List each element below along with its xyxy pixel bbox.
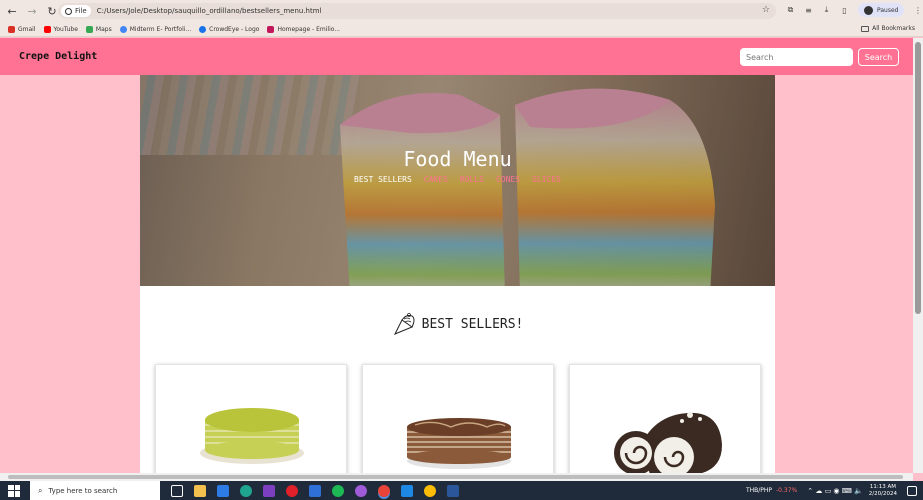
hero-title: Food Menu [403,147,512,171]
windows-taskbar: ⌕ Type here to search THB/PHP -0.37% ⌃ ☁… [0,481,923,500]
site-header: Crepe Delight Search [0,38,913,75]
taskbar-search[interactable]: ⌕ Type here to search [30,481,160,500]
bookmark-homepage[interactable]: Homepage - Emilio... [267,25,340,33]
gmail-icon [8,25,15,33]
bookmark-crowdeye[interactable]: CrowdEye - Logo [199,25,259,33]
mail-icon[interactable] [309,484,321,497]
windows-start-icon[interactable] [8,484,20,497]
section-title: BEST SELLERS! [421,316,524,332]
messenger-icon[interactable] [355,484,367,497]
nav-best-sellers[interactable]: BEST SELLERS [354,175,412,184]
edge-icon[interactable] [240,484,252,497]
folder-icon [861,25,870,32]
bookmark-maps[interactable]: Maps [85,25,112,33]
currency-label[interactable]: THB/PHP [746,487,772,494]
browser-toolbar: ← → ↻ File C:/Users/Jole/Desktop/sauquil… [0,0,923,22]
system-tray: THB/PHP -0.37% ⌃ ☁ ▭ ◉ ⌨ 🔈 11:13 AM 2/20… [746,481,923,500]
product-card-rolls[interactable] [569,364,761,473]
bookmark-youtube[interactable]: YouTube [43,25,78,33]
nav-cakes[interactable]: CAKES [424,175,448,184]
brand-logo[interactable]: Crepe Delight [19,51,97,62]
section-header: BEST SELLERS! [140,311,775,337]
vscode-icon[interactable] [401,484,413,497]
file-explorer-icon[interactable] [194,484,206,497]
opera-icon[interactable] [286,484,298,497]
site-info-chip[interactable]: File [61,5,91,17]
scroll-thumb[interactable] [915,42,921,314]
word-icon[interactable] [447,484,459,497]
chocolate-crepe-cake-image [407,418,511,469]
bookmarks-bar: Gmail YouTube Maps Midterm E- Portfoli..… [0,22,923,37]
nav-rolls[interactable]: ROLLS [460,175,484,184]
main-content: Food Menu BEST SELLERS CAKES ROLLS CONES… [140,75,775,473]
store-icon[interactable] [217,484,229,497]
forward-icon[interactable]: → [24,3,40,19]
site-icon [119,25,127,33]
notification-icon[interactable] [907,485,917,496]
back-icon[interactable]: ← [4,3,20,19]
task-view-icon[interactable] [171,484,183,497]
nav-slices[interactable]: SLICES [532,175,561,184]
bookmark-gmail[interactable]: Gmail [8,25,36,33]
currency-change: -0.37% [776,487,798,494]
tray-icons[interactable]: ⌃ ☁ ▭ ◉ ⌨ 🔈 [807,487,863,495]
category-nav: BEST SELLERS CAKES ROLLS CONES SLICES [140,175,775,184]
search-button[interactable]: Search [858,48,899,66]
chrome-alt-icon[interactable] [424,484,436,497]
matcha-crepe-cake-image [200,408,304,464]
address-bar[interactable]: File C:/Users/Jole/Desktop/sauquillo_ord… [58,3,776,19]
all-bookmarks-button[interactable]: All Bookmarks [861,25,915,32]
bookmark-star-icon[interactable]: ☆ [762,5,770,15]
site-icon [199,25,207,33]
scroll-thumb[interactable] [8,475,903,479]
profile-button[interactable]: Paused [858,3,905,17]
spotify-icon[interactable] [332,484,344,497]
avatar [864,5,873,15]
maps-icon [85,25,93,33]
menu-icon[interactable]: ⋮ [913,6,922,15]
download-icon[interactable]: ⤓ [822,5,831,15]
product-card-matcha[interactable] [155,364,347,473]
search-input[interactable] [740,48,853,66]
info-icon [65,7,72,15]
chrome-icon[interactable] [378,484,390,497]
nav-cones[interactable]: CONES [496,175,520,184]
cookies-cream-rolls-image [614,412,722,473]
search-icon: ⌕ [38,485,43,495]
site-icon [267,25,275,33]
visual-studio-icon[interactable] [263,484,275,497]
youtube-icon [43,25,51,33]
bookmark-midterm[interactable]: Midterm E- Portfoli... [119,25,191,33]
product-card-chocolate[interactable] [362,364,554,473]
vertical-scrollbar[interactable] [913,38,923,473]
hero-banner: Food Menu BEST SELLERS CAKES ROLLS CONES… [140,75,775,286]
media-icon[interactable]: ≡ [804,6,813,15]
horizontal-scrollbar[interactable] [0,473,913,481]
side-panel-icon[interactable]: ▯ [840,6,849,15]
crepe-cone-icon [393,313,415,335]
extensions-icon[interactable]: ⧉ [786,5,795,15]
clock[interactable]: 11:13 AM 2/20/2024 [869,484,897,498]
url-text[interactable]: C:/Users/Jole/Desktop/sauquillo_ordillan… [97,7,322,15]
